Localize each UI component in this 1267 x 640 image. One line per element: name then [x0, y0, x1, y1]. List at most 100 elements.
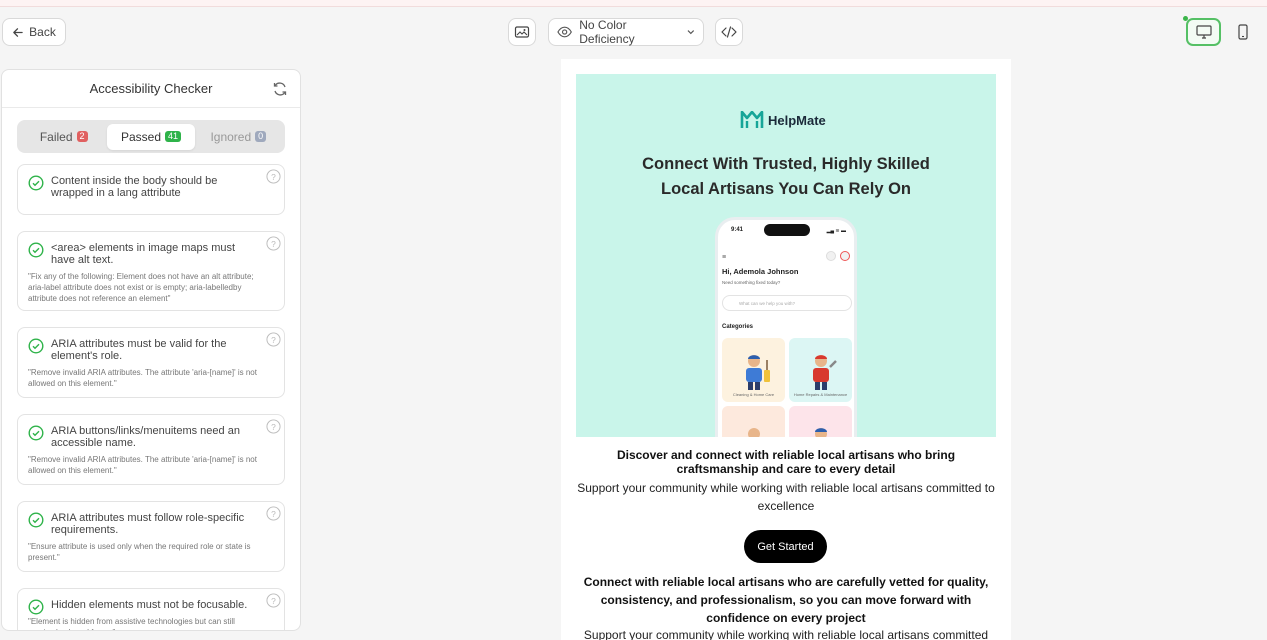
phone-categories-label: Categories [722, 324, 754, 330]
phone-status-icons: ▂▄ ≋ ▬ [826, 228, 846, 234]
helpmate-logo: HelpMate [740, 111, 826, 129]
back-label: Back [29, 25, 56, 39]
rule-title: Content inside the body should be wrappe… [51, 175, 218, 199]
accessibility-panel: Accessibility Checker Failed 2 Passed 41… [1, 69, 301, 631]
check-circle-icon [28, 425, 44, 441]
category-tile [789, 406, 852, 437]
svg-text:?: ? [271, 239, 276, 249]
rule-card[interactable]: ? ARIA buttons/links/menuitems need an a… [17, 414, 285, 485]
help-icon[interactable]: ? [266, 169, 281, 184]
help-icon[interactable]: ? [266, 506, 281, 521]
rule-detail: "Fix any of the following: Element does … [28, 272, 254, 303]
mobile-view-button[interactable] [1225, 18, 1260, 46]
panel-header: Accessibility Checker [2, 70, 300, 108]
phone-subtitle: Need something fixed today? [722, 280, 781, 285]
phone-greeting: Hi, Ademola Johnson [722, 267, 799, 276]
rule-title: ARIA attributes must follow role-specifi… [51, 512, 245, 536]
rule-card[interactable]: ? Hidden elements must not be focusable.… [17, 588, 285, 630]
email-preview: HelpMate Connect With Trusted, Highly Sk… [561, 59, 1011, 640]
image-off-icon [514, 26, 530, 38]
svg-text:?: ? [271, 172, 276, 182]
mobile-icon [1237, 24, 1248, 40]
hero-banner: HelpMate Connect With Trusted, Highly Sk… [576, 74, 996, 437]
check-circle-icon [28, 242, 44, 258]
phone-search: What can we help you with? [722, 295, 852, 311]
svg-text:?: ? [271, 596, 276, 606]
tab-failed[interactable]: Failed 2 [20, 124, 107, 150]
help-icon[interactable]: ? [266, 419, 281, 434]
desktop-view-button[interactable] [1186, 18, 1221, 46]
image-toggle-button[interactable] [508, 18, 536, 46]
color-deficiency-value: No Color Deficiency [579, 18, 635, 46]
notification-icon [840, 251, 850, 261]
code-view-button[interactable] [715, 18, 743, 46]
passed-count-badge: 41 [165, 131, 182, 142]
help-icon[interactable]: ? [266, 593, 281, 608]
phone-search-placeholder: What can we help you with? [739, 300, 796, 306]
phone-header-icons [826, 251, 850, 261]
check-circle-icon [28, 599, 44, 615]
rule-card[interactable]: ? Content inside the body should be wrap… [17, 164, 285, 215]
support-text-2: Support your community while working wit… [583, 628, 989, 640]
check-circle-icon [28, 338, 44, 354]
failed-count-badge: 2 [76, 131, 88, 142]
discover-heading: Discover and connect with reliable local… [616, 448, 956, 476]
check-circle-icon [28, 175, 44, 191]
category-tile-label: Home Repairs & Maintenance [793, 392, 848, 397]
cleaner-illustration [745, 355, 770, 390]
tab-failed-label: Failed [39, 129, 73, 144]
top-strip [0, 0, 1267, 7]
rule-card[interactable]: ? <area> elements in image maps must hav… [17, 231, 285, 311]
support-text: Support your community while working wit… [577, 481, 995, 513]
rule-detail: "Remove invalid ARIA attributes. The att… [28, 368, 257, 388]
phone-time: 9:41 [731, 227, 744, 233]
help-icon[interactable]: ? [266, 236, 281, 251]
tab-passed[interactable]: Passed 41 [107, 123, 195, 150]
phone-mockup: 9:41 ▂▄ ≋ ▬ ≡ Hi, Ademola Johnson Need s… [715, 217, 857, 437]
rule-title: ARIA buttons/links/menuitems need an acc… [51, 425, 240, 449]
ignored-count-badge: 0 [255, 131, 267, 142]
rule-detail: "Ensure attribute is used only when the … [28, 542, 251, 562]
check-circle-icon [28, 512, 44, 528]
result-tabs: Failed 2 Passed 41 Ignored 0 [17, 120, 285, 153]
rule-card[interactable]: ? ARIA attributes must be valid for the … [17, 327, 285, 398]
device-toggle [1186, 18, 1260, 46]
hero-heading-line1: Connect With Trusted, Highly Skilled [642, 155, 930, 173]
phone-notch [764, 224, 810, 236]
rule-list: ? Content inside the body should be wrap… [2, 164, 300, 630]
desktop-icon [1195, 25, 1212, 39]
eye-icon [557, 26, 572, 38]
back-button[interactable]: Back [2, 18, 66, 46]
category-tile: Home Repairs & Maintenance [789, 338, 852, 402]
category-tile [722, 406, 785, 437]
help-icon[interactable]: ? [266, 332, 281, 347]
hamburger-icon: ≡ [722, 254, 727, 261]
headset-icon [826, 251, 836, 261]
hero-heading: Connect With Trusted, Highly Skilled Loc… [576, 152, 996, 202]
rule-detail: "Remove invalid ARIA attributes. The att… [28, 455, 257, 475]
repair-illustration [812, 355, 837, 390]
get-started-button[interactable]: Get Started [744, 530, 827, 563]
chevron-down-icon [687, 30, 695, 35]
rule-title: Hidden elements must not be focusable. [51, 599, 248, 611]
category-tile: Cleaning & Home Care [722, 338, 785, 402]
rule-title: <area> elements in image maps must have … [51, 242, 236, 266]
connect-heading: Connect with reliable local artisans who… [583, 575, 989, 625]
carpenter-illustration [747, 428, 760, 437]
panel-title: Accessibility Checker [89, 81, 213, 96]
logo-text: HelpMate [768, 112, 826, 128]
rule-card[interactable]: ? ARIA attributes must follow role-speci… [17, 501, 285, 572]
arrow-left-icon [13, 27, 23, 37]
category-tile-label: Cleaning & Home Care [732, 392, 775, 397]
svg-text:?: ? [271, 422, 276, 432]
hero-heading-line2: Local Artisans You Can Rely On [660, 180, 911, 198]
color-deficiency-select[interactable]: No Color Deficiency [548, 18, 704, 46]
code-icon [721, 26, 737, 38]
svg-text:?: ? [271, 335, 276, 345]
tab-ignored-label: Ignored [210, 129, 252, 144]
tab-passed-label: Passed [120, 129, 161, 144]
refresh-icon[interactable] [272, 81, 288, 97]
rule-title: ARIA attributes must be valid for the el… [51, 338, 227, 362]
tab-ignored[interactable]: Ignored 0 [195, 124, 282, 150]
plumber-illustration [814, 428, 827, 437]
